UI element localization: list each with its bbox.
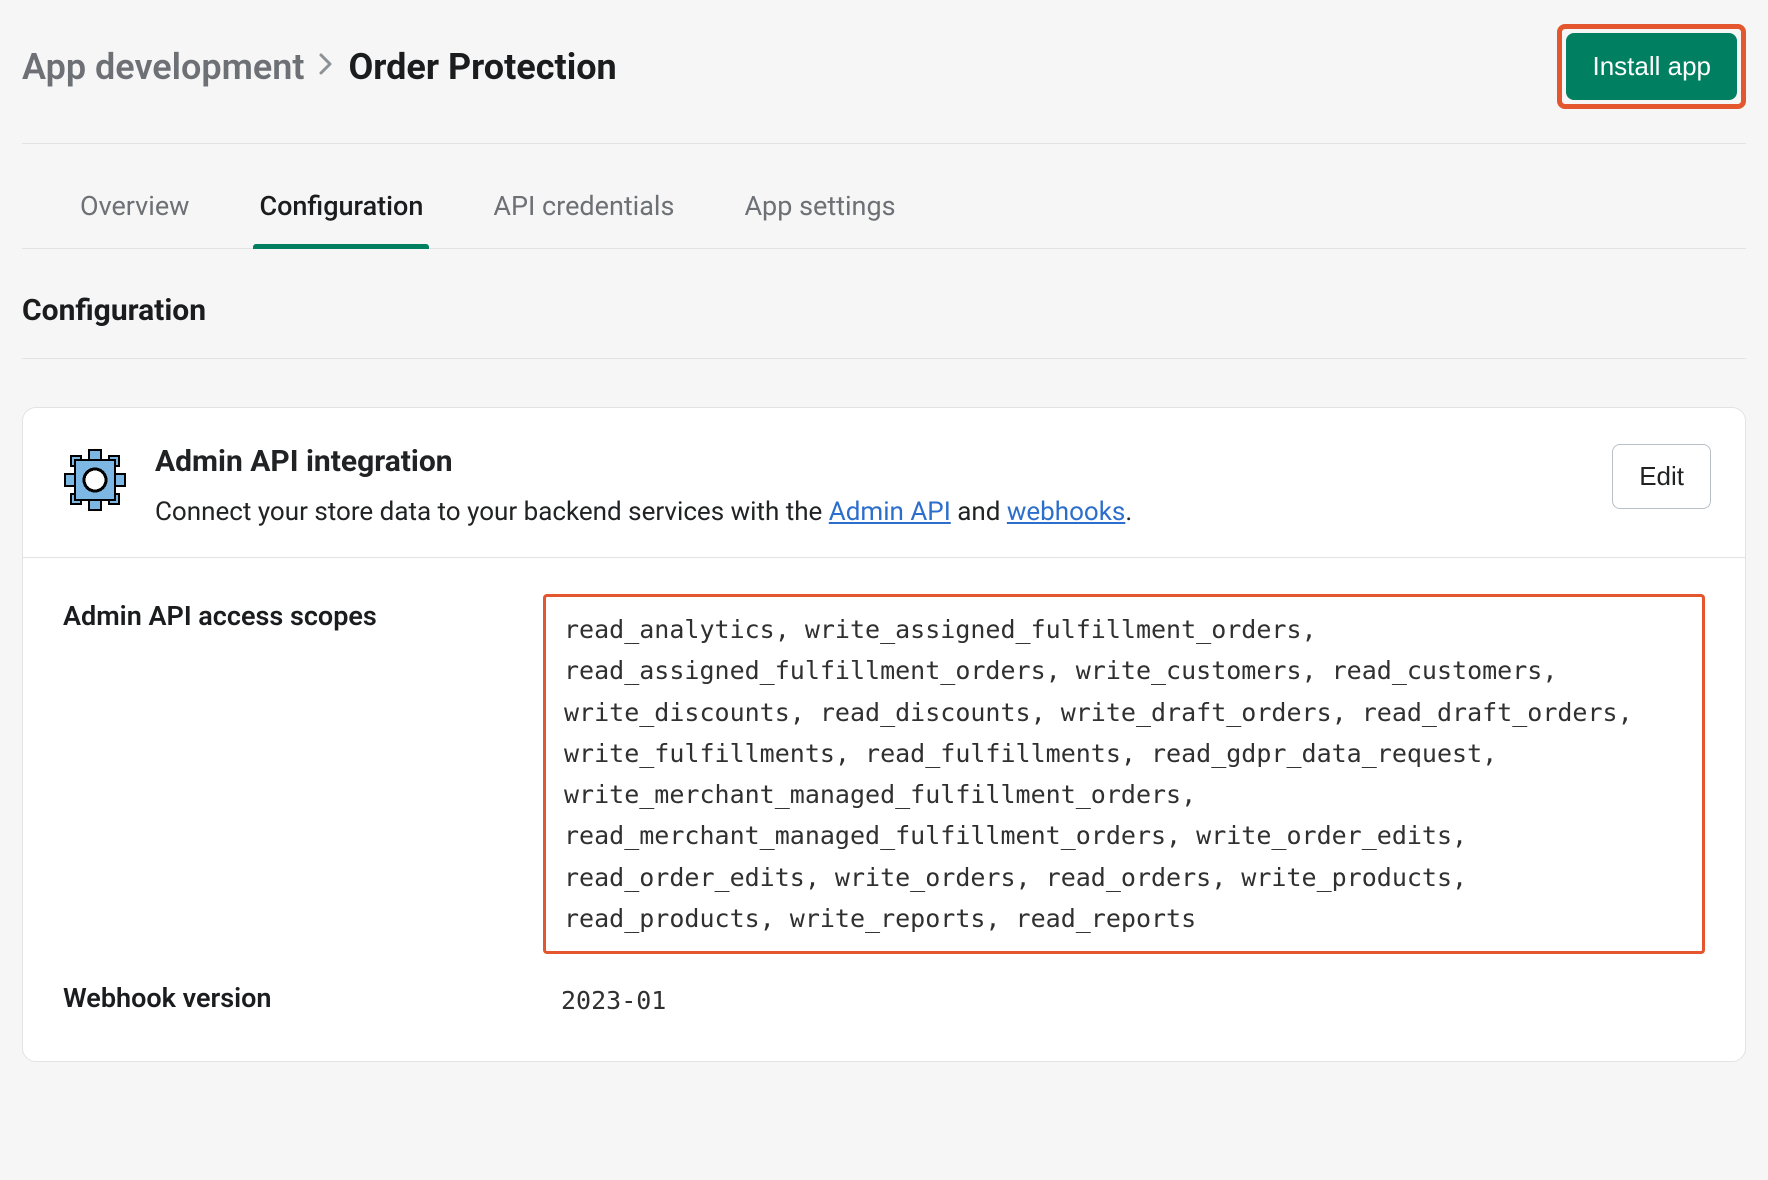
breadcrumb-parent[interactable]: App development	[22, 46, 304, 88]
install-app-button[interactable]: Install app	[1566, 33, 1737, 100]
divider	[22, 358, 1746, 359]
tab-configuration[interactable]: Configuration	[253, 190, 429, 248]
card-desc-prefix: Connect your store data to your backend …	[155, 497, 829, 527]
webhook-version-value: 2023-01	[543, 976, 1705, 1015]
card-description: Connect your store data to your backend …	[155, 497, 1584, 527]
breadcrumb-current: Order Protection	[348, 46, 616, 88]
scopes-label: Admin API access scopes	[63, 594, 543, 632]
webhooks-link[interactable]: webhooks	[1007, 497, 1126, 527]
card-desc-suffix: .	[1125, 497, 1132, 527]
webhook-version-label: Webhook version	[63, 976, 543, 1014]
section-title: Configuration	[0, 249, 1768, 358]
tab-api-credentials[interactable]: API credentials	[487, 190, 680, 248]
tab-app-settings[interactable]: App settings	[738, 190, 901, 248]
breadcrumb: App development Order Protection	[22, 46, 617, 88]
install-highlight: Install app	[1557, 24, 1746, 109]
chevron-right-icon	[318, 50, 334, 83]
admin-api-link[interactable]: Admin API	[829, 497, 951, 527]
tabs: Overview Configuration API credentials A…	[22, 144, 1746, 249]
edit-button[interactable]: Edit	[1612, 444, 1711, 509]
scopes-value: read_analytics, write_assigned_fulfillme…	[543, 594, 1705, 954]
card-title: Admin API integration	[155, 444, 1584, 479]
gear-icon	[63, 448, 127, 512]
tab-overview[interactable]: Overview	[74, 190, 195, 248]
card-desc-mid: and	[951, 497, 1007, 527]
admin-api-card: Admin API integration Connect your store…	[22, 407, 1746, 1062]
